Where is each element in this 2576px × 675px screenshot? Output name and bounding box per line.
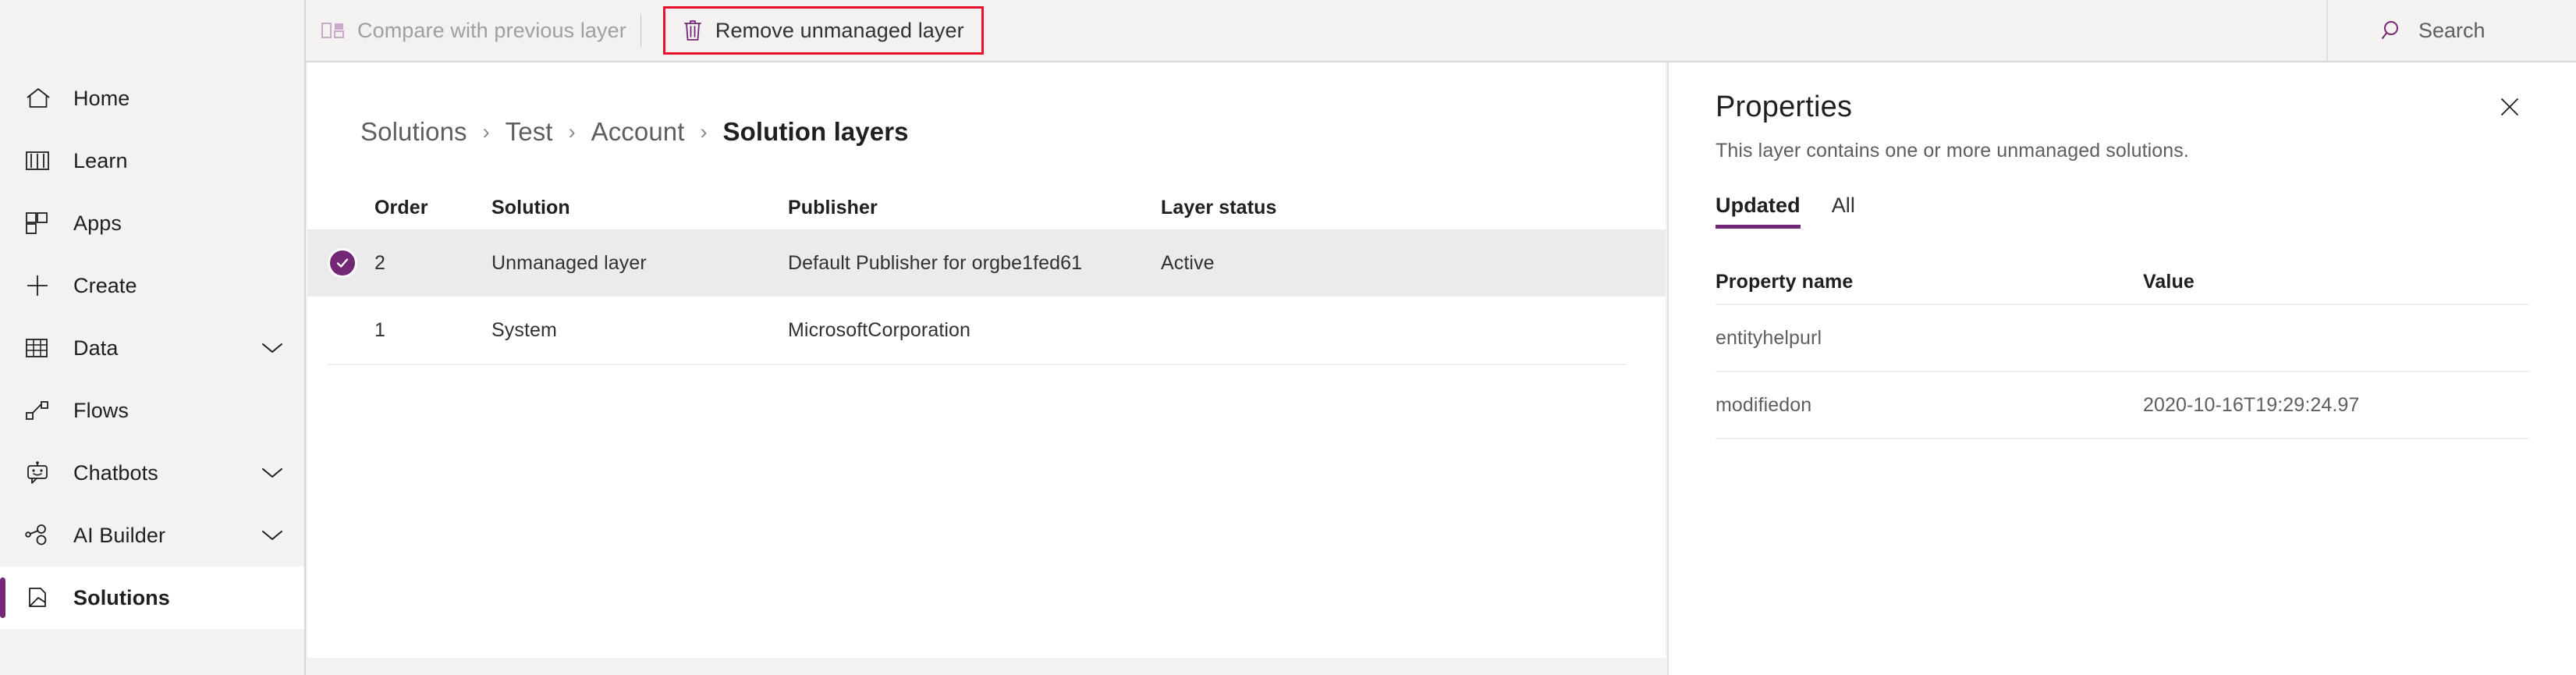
sidebar-item-data[interactable]: Data	[0, 317, 304, 379]
properties-table-header-row: Property name Value	[1716, 260, 2529, 304]
cell-order: 2	[374, 251, 386, 274]
breadcrumb-separator-icon: ›	[482, 119, 490, 144]
breadcrumb-item-account[interactable]: Account	[591, 117, 685, 147]
table-row[interactable]: 1 System MicrosoftCorporation	[307, 297, 1666, 364]
table-row-divider	[328, 364, 1627, 365]
sidebar-item-solutions[interactable]: Solutions	[0, 567, 304, 629]
search-box[interactable]: Search	[2326, 0, 2576, 61]
plus-icon	[25, 273, 62, 298]
tab-all[interactable]: All	[1832, 194, 1855, 229]
sidebar-item-apps-label: Apps	[73, 211, 122, 235]
sidebar-item-apps[interactable]: Apps	[0, 192, 304, 254]
column-header-solution[interactable]: Solution	[491, 197, 788, 219]
panel-subtitle: This layer contains one or more unmanage…	[1716, 140, 2189, 162]
chevron-down-icon[interactable]	[261, 341, 284, 355]
chevron-down-icon[interactable]	[261, 466, 284, 480]
main-content-area: Solutions › Test › Account › Solution la…	[307, 62, 1666, 658]
sidebar-item-home-label: Home	[73, 86, 130, 110]
row-select-cell[interactable]	[307, 248, 374, 278]
compare-layers-icon	[321, 20, 345, 41]
compare-with-previous-layer-label: Compare with previous layer	[357, 18, 626, 42]
left-navigation-sidebar: Home Learn Apps Create Data Flows Chatbo…	[0, 0, 306, 675]
properties-panel-tabs: Updated All	[1716, 194, 2529, 229]
properties-panel: Properties This layer contains one or mo…	[1667, 62, 2576, 675]
home-icon	[25, 87, 62, 110]
checkmark-icon[interactable]	[328, 248, 357, 278]
breadcrumb: Solutions › Test › Account › Solution la…	[307, 62, 1666, 147]
sidebar-item-home[interactable]: Home	[0, 67, 304, 130]
tab-updated[interactable]: Updated	[1716, 194, 1801, 229]
cell-solution: System	[491, 318, 557, 341]
breadcrumb-item-test[interactable]: Test	[506, 117, 553, 147]
column-header-order[interactable]: Order	[374, 197, 491, 219]
table-header-row: Order Solution Publisher Layer status	[307, 186, 1666, 229]
properties-panel-header: Properties	[1716, 62, 2529, 124]
column-header-publisher[interactable]: Publisher	[788, 197, 1161, 219]
properties-table-row[interactable]: modifiedon 2020-10-16T19:29:24.97	[1716, 371, 2529, 438]
breadcrumb-separator-icon: ›	[568, 119, 576, 144]
sidebar-item-learn-label: Learn	[73, 148, 128, 172]
solution-layers-table: Order Solution Publisher Layer status 2 …	[307, 186, 1666, 365]
sidebar-item-create-label: Create	[73, 273, 137, 297]
sidebar-item-chatbots-label: Chatbots	[73, 460, 158, 485]
ai-builder-icon	[25, 524, 62, 547]
search-icon	[2381, 19, 2404, 42]
column-header-value: Value	[2143, 270, 2195, 293]
book-icon	[25, 150, 62, 172]
sidebar-item-ai-builder[interactable]: AI Builder	[0, 504, 304, 567]
column-header-property-name: Property name	[1716, 270, 1854, 293]
command-bar: Compare with previous layer Remove unman…	[307, 0, 2576, 61]
compare-with-previous-layer-button[interactable]: Compare with previous layer	[307, 7, 640, 54]
properties-table-bottom-divider	[1716, 438, 2529, 439]
cell-order: 1	[374, 318, 386, 341]
sidebar-item-data-label: Data	[73, 336, 119, 360]
panel-title: Properties	[1716, 91, 1853, 123]
command-separator	[640, 14, 641, 47]
sidebar-item-solutions-label: Solutions	[73, 585, 170, 609]
table-row[interactable]: 2 Unmanaged layer Default Publisher for …	[307, 229, 1666, 297]
cell-property-name: modifiedon	[1716, 393, 1812, 416]
table-icon	[25, 337, 62, 359]
cell-solution: Unmanaged layer	[491, 251, 647, 274]
sidebar-item-chatbots[interactable]: Chatbots	[0, 442, 304, 504]
chevron-down-icon[interactable]	[261, 528, 284, 542]
sidebar-item-ai-builder-label: AI Builder	[73, 523, 166, 547]
flows-icon	[25, 400, 62, 421]
top-bar: Compare with previous layer Remove unman…	[0, 0, 2576, 62]
sidebar-item-flows-label: Flows	[73, 398, 130, 422]
properties-table: Property name Value entityhelpurl modifi…	[1716, 260, 2529, 439]
search-placeholder-label: Search	[2418, 18, 2486, 42]
app-root: Compare with previous layer Remove unman…	[0, 0, 2576, 675]
sidebar-item-create[interactable]: Create	[0, 254, 304, 317]
cell-publisher: Default Publisher for orgbe1fed61	[788, 251, 1083, 274]
solutions-icon	[25, 586, 62, 609]
breadcrumb-item-current: Solution layers	[722, 117, 909, 146]
chatbot-icon	[25, 461, 62, 485]
sidebar-item-flows[interactable]: Flows	[0, 379, 304, 442]
trash-icon	[683, 19, 703, 42]
sidebar-item-learn[interactable]: Learn	[0, 130, 304, 192]
remove-unmanaged-layer-button[interactable]: Remove unmanaged layer	[662, 6, 984, 55]
breadcrumb-item-solutions[interactable]: Solutions	[360, 117, 467, 147]
cell-layer-status: Active	[1161, 251, 1215, 274]
cell-publisher: MicrosoftCorporation	[788, 318, 971, 341]
breadcrumb-separator-icon: ›	[700, 119, 708, 144]
apps-grid-icon	[25, 211, 62, 235]
column-header-layer-status[interactable]: Layer status	[1161, 197, 1395, 219]
remove-unmanaged-layer-label: Remove unmanaged layer	[715, 18, 964, 42]
cell-property-value: 2020-10-16T19:29:24.97	[2143, 393, 2360, 416]
properties-table-row[interactable]: entityhelpurl	[1716, 304, 2529, 371]
close-icon[interactable]	[2490, 91, 2529, 123]
cell-property-name: entityhelpurl	[1716, 326, 1822, 349]
